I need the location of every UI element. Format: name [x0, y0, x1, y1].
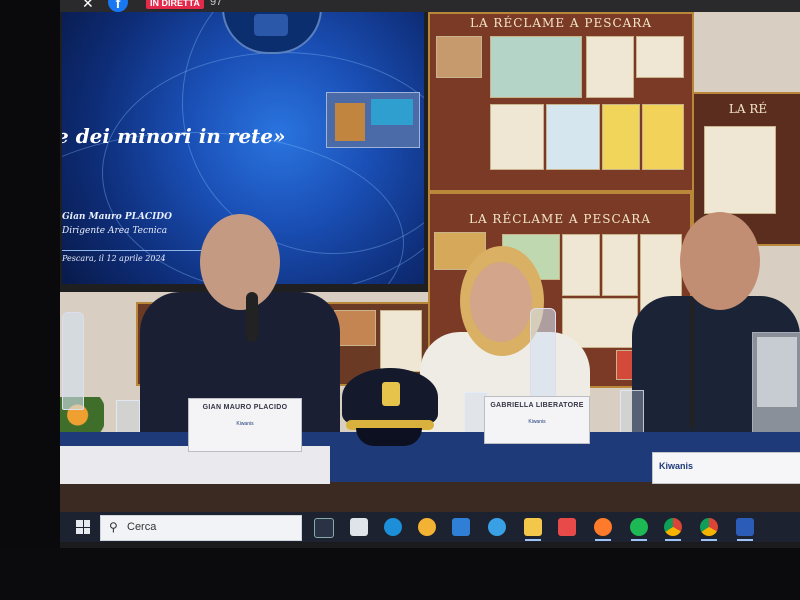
cap-visor [356, 428, 422, 446]
name-card-liberatore: GABRIELLA LIBERATORE Kiwanis [484, 396, 590, 444]
water-bottle [62, 312, 84, 410]
chrome-icon[interactable] [664, 518, 682, 536]
task-view-icon[interactable] [314, 518, 334, 538]
taskbar-search-placeholder: Cerca [127, 521, 157, 533]
firefox-icon[interactable] [594, 518, 612, 536]
active-indicator [665, 539, 681, 541]
poster-middle-heading: LA RÉCLAME A PESCARA [468, 212, 651, 226]
edge-icon[interactable] [384, 518, 402, 536]
poster-tile [602, 104, 640, 170]
poster-tile [562, 234, 600, 296]
poster-tile [586, 36, 634, 98]
taskbar-search-box[interactable]: ⚲ Cerca [100, 515, 302, 541]
screen: ✕ f IN DIRETTA 97 LA RÉCLAME A PESCARA L… [60, 0, 800, 548]
mail-icon[interactable] [452, 518, 470, 536]
projection-title: e dei minori in rete» [62, 124, 286, 148]
video-frame: LA RÉCLAME A PESCARA LA RÉ LA RÉCLAME A … [60, 12, 800, 516]
close-icon[interactable]: ✕ [82, 0, 94, 10]
poster-tile [636, 36, 684, 78]
poster-right-heading: LA RÉ [728, 102, 768, 116]
woman-face [470, 262, 532, 342]
poster-tile [334, 310, 376, 346]
kiwanis-banner-label: Kiwanis [659, 461, 694, 471]
kiwanis-banner: Kiwanis [652, 452, 800, 484]
name-card-placido: GIAN MAURO PLACIDO Kiwanis [188, 398, 302, 452]
inset-figure [371, 99, 413, 125]
desk-mic-icon [690, 298, 694, 428]
active-indicator [525, 539, 541, 541]
facebook-icon: f [108, 0, 128, 12]
windows-taskbar: ⚲ Cerca [60, 512, 800, 542]
man-head [680, 212, 760, 310]
windows-start-icon[interactable] [76, 520, 90, 534]
poster-tile [380, 310, 422, 372]
chrome-icon-2[interactable] [700, 518, 718, 536]
name-card-name: GABRIELLA LIBERATORE [490, 402, 584, 409]
cap-badge-icon [382, 382, 400, 406]
live-badge: IN DIRETTA [146, 0, 204, 9]
officer-head [200, 214, 280, 310]
handheld-mic-icon [246, 292, 258, 342]
active-indicator [737, 539, 753, 541]
name-card-name: GIAN MAURO PLACIDO [202, 404, 288, 411]
poster-top: LA RÉCLAME A PESCARA [428, 12, 694, 192]
viewer-count: 97 [210, 0, 223, 8]
projection-speaker: Gian Mauro PLACIDO [62, 212, 172, 222]
poster-tile [490, 36, 582, 98]
inset-figure [335, 103, 365, 141]
poster-tile [546, 104, 600, 170]
search-icon: ⚲ [109, 520, 118, 534]
poster-tile [704, 126, 776, 214]
monitor-frame: ✕ f IN DIRETTA 97 LA RÉCLAME A PESCARA L… [0, 0, 800, 600]
word-icon[interactable] [736, 518, 754, 536]
active-indicator [631, 539, 647, 541]
poster-tile [436, 36, 482, 78]
chrome-canary-icon[interactable] [418, 518, 436, 536]
laptop [752, 332, 800, 434]
gift-icon[interactable] [558, 518, 576, 536]
monitor-bezel-left [0, 0, 60, 600]
stream-top-bar: ✕ f IN DIRETTA 97 [60, 0, 800, 12]
store-icon[interactable] [350, 518, 368, 536]
poster-tile [642, 104, 684, 170]
spotify-icon[interactable] [630, 518, 648, 536]
poster-top-heading: LA RÉCLAME A PESCARA [469, 16, 652, 30]
poster-tile [490, 104, 544, 170]
water-bottle [530, 308, 556, 402]
projection-inset-image [326, 92, 420, 148]
file-explorer-icon[interactable] [524, 518, 542, 536]
active-indicator [701, 539, 717, 541]
active-indicator [595, 539, 611, 541]
name-card-logos: Kiwanis [528, 419, 546, 425]
logo-emblem [254, 14, 288, 36]
projection-date: Pescara, il 12 aprile 2024 [62, 254, 166, 263]
ie-icon[interactable] [488, 518, 506, 536]
monitor-bezel-bottom [0, 548, 800, 600]
name-card-logos: Kiwanis [236, 421, 254, 427]
laptop-screen [757, 337, 797, 407]
poster-tile [602, 234, 638, 296]
police-cap [336, 368, 440, 450]
projection-role: Dirigente Area Tecnica [62, 226, 168, 236]
drinking-glass [620, 390, 644, 434]
